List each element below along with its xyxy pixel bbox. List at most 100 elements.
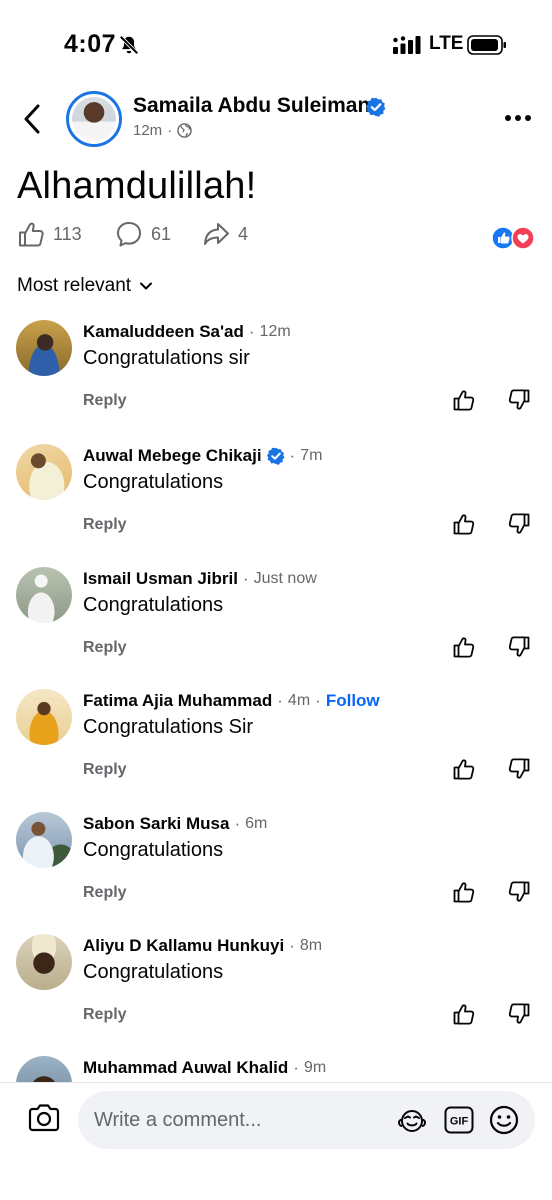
comment-box[interactable]: GIF: [78, 1091, 535, 1149]
comment-text: Congratulations: [83, 471, 224, 493]
avatar-sticker-icon[interactable]: [396, 1106, 428, 1134]
comment-button[interactable]: 61: [115, 220, 171, 248]
thumbs-up-icon[interactable]: [452, 635, 476, 659]
comment-item: Sabon Sarki Musa · 6m Congratulations Re…: [0, 812, 552, 932]
comment-text: Congratulations sir: [83, 347, 250, 369]
commenter-avatar[interactable]: [16, 934, 72, 990]
comment-header: Ismail Usman Jibril · Just now: [83, 569, 317, 589]
reactions-summary[interactable]: [491, 226, 539, 250]
comment-item: Auwal Mebege Chikaji · 7m Congratulation…: [0, 444, 552, 564]
meta-separator: ·: [315, 691, 321, 710]
battery-icon: [467, 35, 506, 55]
meta-separator: ·: [167, 122, 173, 139]
thumbs-down-icon[interactable]: [507, 1002, 531, 1026]
author-name[interactable]: Samaila Abdu Suleiman: [133, 94, 370, 118]
comment-time: 4m: [287, 692, 311, 709]
comment-text: Congratulations: [83, 839, 224, 861]
share-count: 4: [238, 223, 249, 244]
comment-time: 6m: [245, 815, 268, 832]
comment-text: Congratulations: [83, 961, 224, 983]
status-time: 4:07: [64, 30, 117, 58]
svg-text:GIF: GIF: [450, 1116, 469, 1128]
thumbs-up-icon[interactable]: [452, 512, 476, 536]
post-actions: 113 61 4: [17, 220, 537, 254]
post-time: 12m: [133, 122, 163, 139]
network-type: LTE: [429, 33, 464, 54]
post-text: Alhamdulillah!: [17, 165, 257, 207]
thumbs-down-icon[interactable]: [507, 757, 531, 781]
camera-icon[interactable]: [27, 1103, 61, 1133]
author-avatar[interactable]: [66, 91, 122, 147]
comment-header: Kamaluddeen Sa'ad · 12m: [83, 322, 291, 342]
commenter-name[interactable]: Ismail Usman Jibril: [83, 569, 238, 589]
comment-time: 7m: [300, 447, 323, 464]
meta-separator: ·: [277, 691, 283, 710]
comment-header: Auwal Mebege Chikaji · 7m: [83, 446, 322, 466]
commenter-name[interactable]: Fatima Ajia Muhammad: [83, 691, 272, 711]
thumbs-down-icon[interactable]: [507, 512, 531, 536]
reply-button[interactable]: Reply: [83, 884, 127, 902]
comment-header: Aliyu D Kallamu Hunkuyi · 8m: [83, 936, 322, 956]
comment-header: Sabon Sarki Musa · 6m: [83, 814, 267, 834]
thumbs-up-icon[interactable]: [452, 1002, 476, 1026]
comment-bubble-icon: [117, 222, 141, 247]
follow-button[interactable]: Follow: [326, 691, 380, 711]
thumbs-down-icon[interactable]: [507, 880, 531, 904]
comment-text: Congratulations Sir: [83, 716, 254, 738]
comment-input[interactable]: [94, 1091, 384, 1149]
share-button[interactable]: 4: [202, 220, 248, 248]
comment-item: Fatima Ajia Muhammad · 4m · Follow Congr…: [0, 689, 552, 809]
post-meta: 12m ·: [133, 122, 192, 139]
reply-button[interactable]: Reply: [83, 639, 127, 657]
sort-label: Most relevant: [17, 275, 132, 296]
reply-button[interactable]: Reply: [83, 1006, 127, 1024]
thumbs-up-icon[interactable]: [452, 388, 476, 412]
thumbs-up-icon[interactable]: [452, 757, 476, 781]
like-count: 113: [53, 223, 82, 244]
meta-separator: ·: [289, 936, 295, 955]
comment-item: Kamaluddeen Sa'ad · 12m Congratulations …: [0, 320, 552, 440]
share-arrow-icon: [204, 223, 229, 245]
globe-icon: [177, 123, 192, 138]
bell-off-icon: [119, 35, 139, 55]
commenter-name[interactable]: Auwal Mebege Chikaji: [83, 446, 262, 466]
comment-composer: GIF: [0, 1082, 552, 1200]
commenter-avatar[interactable]: [16, 567, 72, 623]
thumbs-up-icon[interactable]: [452, 880, 476, 904]
gif-icon[interactable]: GIF: [444, 1106, 474, 1134]
comment-sort-dropdown[interactable]: Most relevant: [17, 275, 153, 297]
commenter-name[interactable]: Muhammad Auwal Khalid: [83, 1058, 288, 1078]
commenter-avatar[interactable]: [16, 444, 72, 500]
verified-badge-icon: [266, 447, 285, 465]
reply-button[interactable]: Reply: [83, 761, 127, 779]
comment-item: Ismail Usman Jibril · Just now Congratul…: [0, 567, 552, 687]
chevron-down-icon: [140, 282, 153, 290]
comment-text: Congratulations: [83, 594, 224, 616]
like-button[interactable]: 113: [17, 220, 82, 248]
comment-time: Just now: [253, 570, 317, 587]
meta-separator: ·: [293, 1058, 299, 1077]
comment-item: Aliyu D Kallamu Hunkuyi · 8m Congratulat…: [0, 934, 552, 1054]
thumbs-down-icon[interactable]: [507, 388, 531, 412]
comment-header: Fatima Ajia Muhammad · 4m · Follow: [83, 691, 380, 711]
meta-separator: ·: [242, 569, 249, 588]
comment-time: 12m: [259, 323, 291, 340]
commenter-name[interactable]: Sabon Sarki Musa: [83, 814, 229, 834]
commenter-avatar[interactable]: [16, 320, 72, 376]
comment-time: 9m: [303, 1059, 327, 1076]
thumbs-down-icon[interactable]: [507, 635, 531, 659]
commenter-name[interactable]: Aliyu D Kallamu Hunkuyi: [83, 936, 284, 956]
commenter-avatar[interactable]: [16, 812, 72, 868]
emoji-icon[interactable]: [488, 1104, 520, 1136]
reply-button[interactable]: Reply: [83, 516, 127, 534]
meta-separator: ·: [289, 446, 296, 465]
comment-count: 61: [151, 223, 172, 244]
reply-button[interactable]: Reply: [83, 392, 127, 410]
commenter-avatar[interactable]: [16, 689, 72, 745]
meta-separator: ·: [234, 814, 241, 833]
commenter-name[interactable]: Kamaluddeen Sa'ad: [83, 322, 244, 342]
more-options-icon[interactable]: [504, 113, 532, 123]
thumbs-up-icon: [19, 222, 44, 247]
status-bar: 4:07 LTE: [0, 0, 552, 90]
back-arrow-icon[interactable]: [20, 102, 46, 136]
